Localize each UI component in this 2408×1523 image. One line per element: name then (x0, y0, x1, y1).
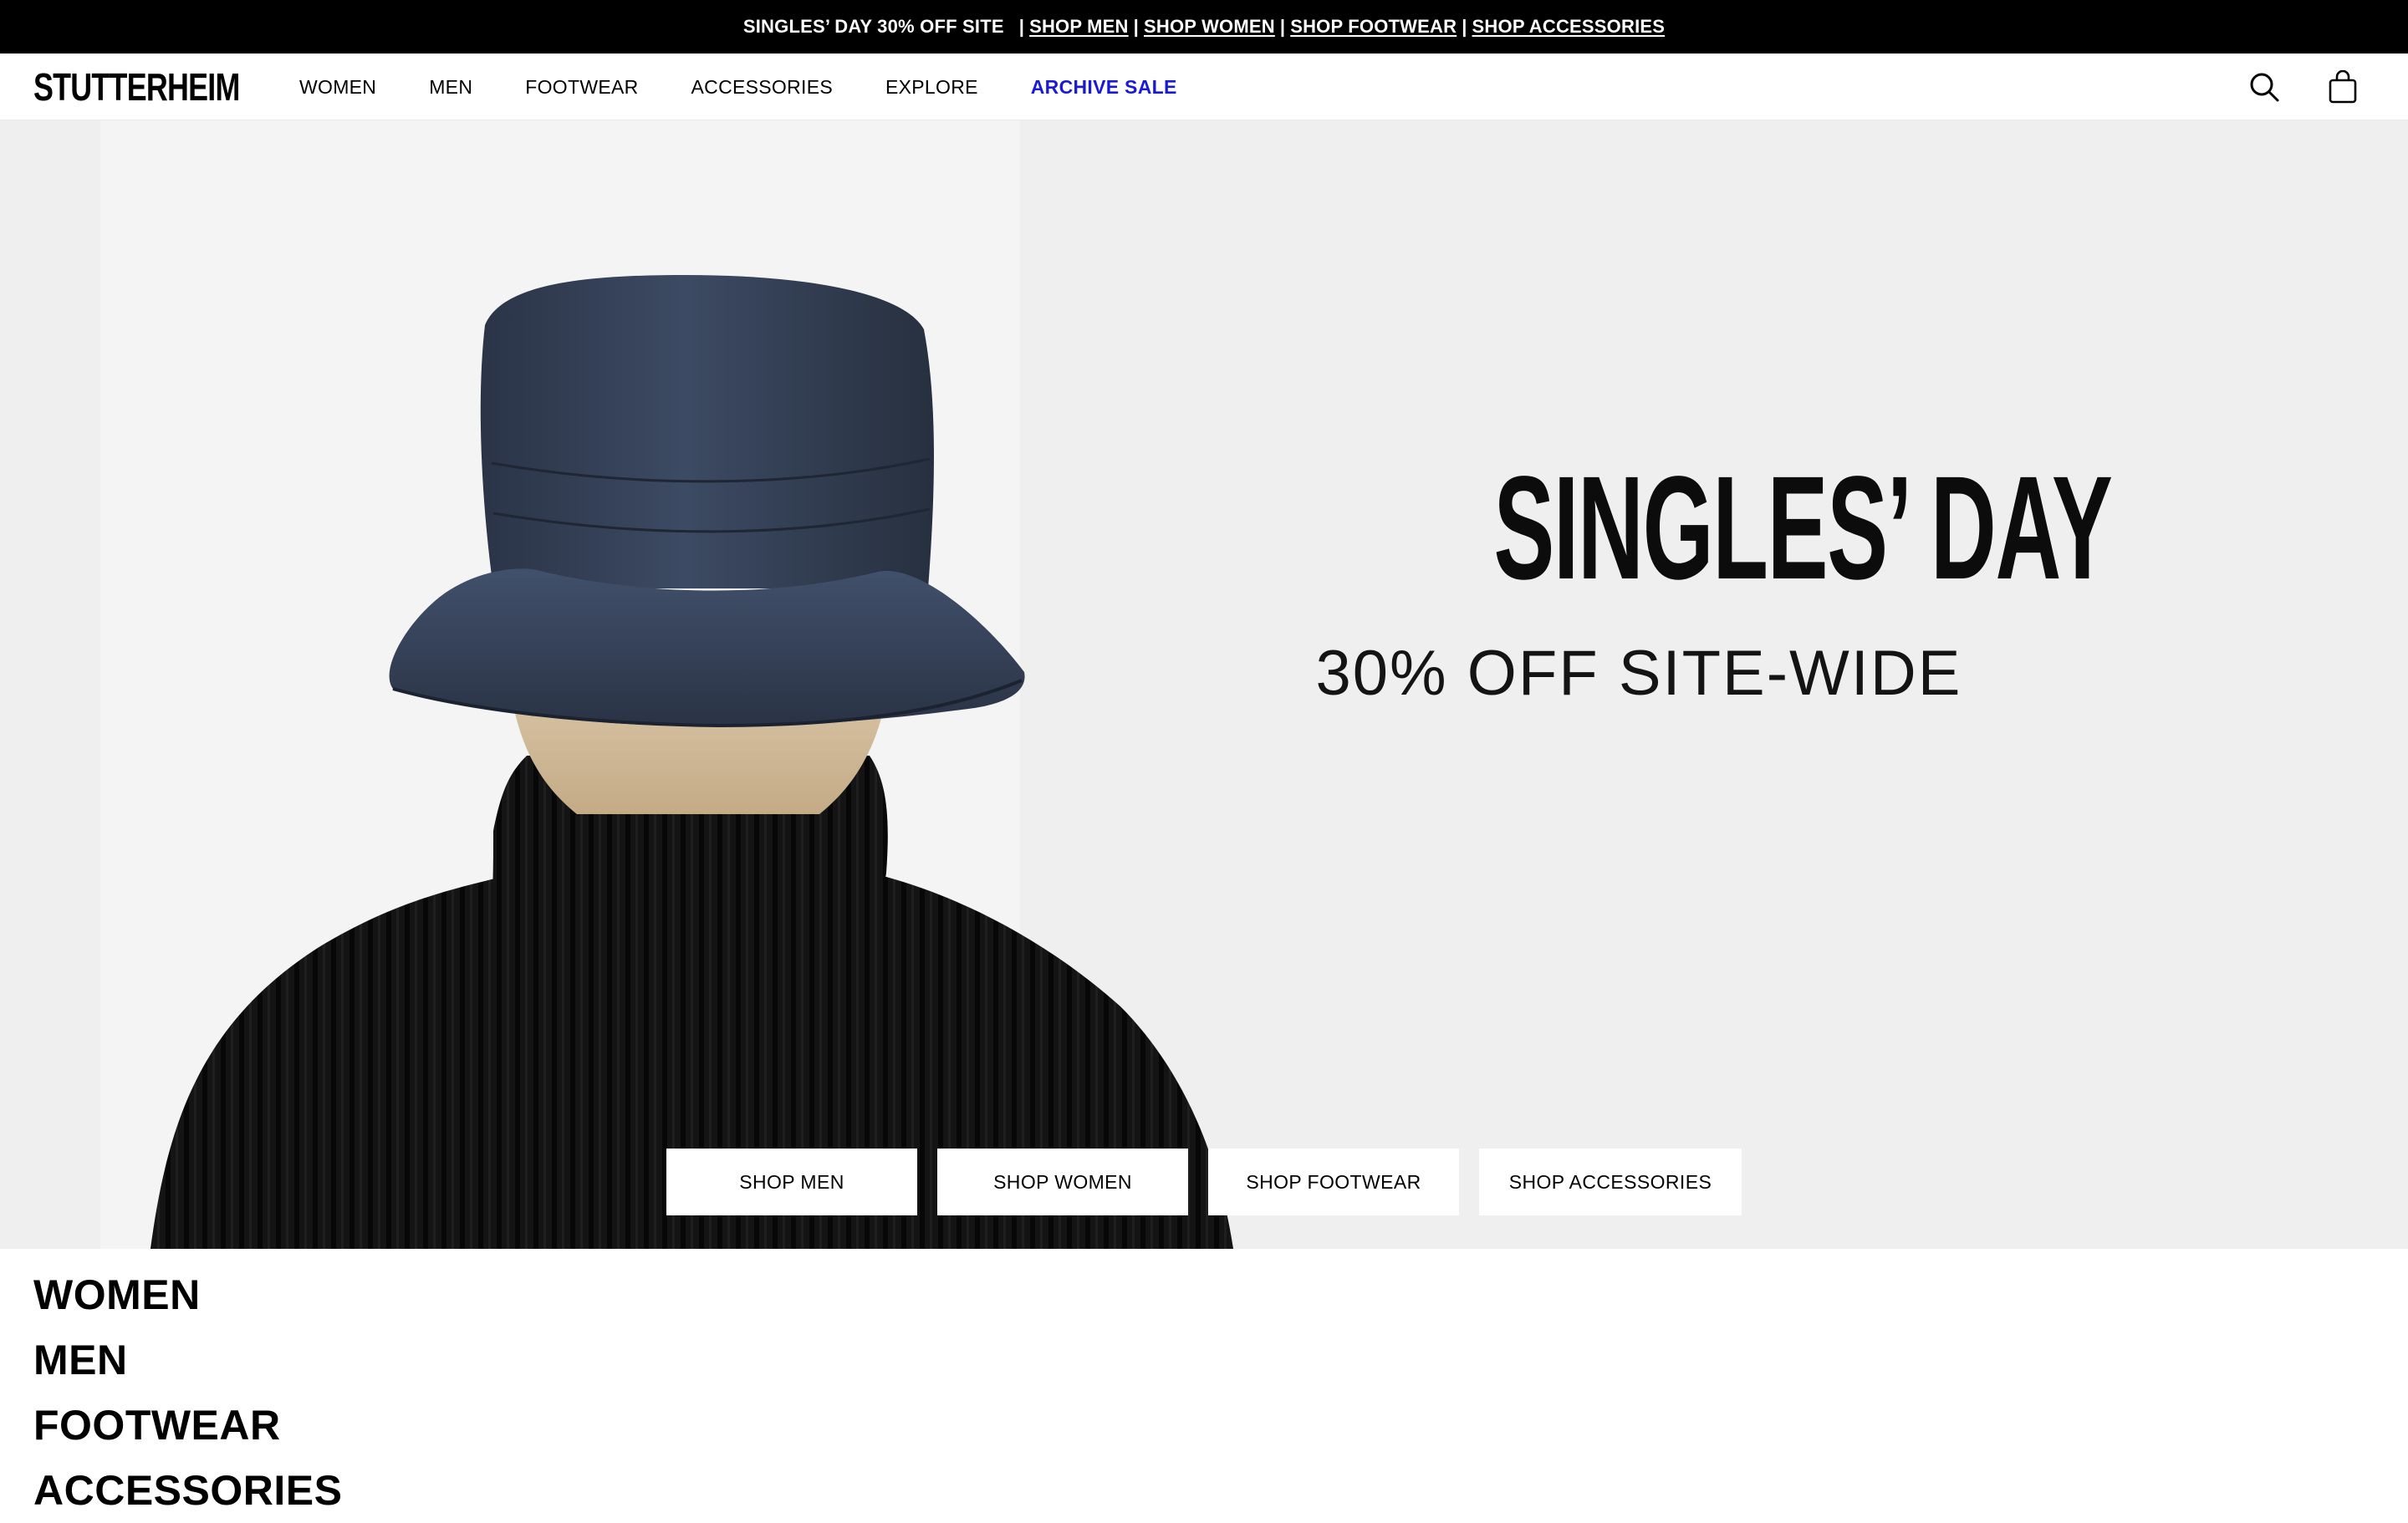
announcement-separator: | (1279, 16, 1286, 37)
search-icon[interactable] (2246, 69, 2283, 105)
nav-item-women[interactable]: WOMEN (299, 76, 376, 99)
site-header: STUTTERHEIM WOMEN MEN FOOTWEAR ACCESSORI… (0, 53, 2408, 120)
category-link-accessories[interactable]: ACCESSORIES (33, 1458, 342, 1523)
nav-item-footwear[interactable]: FOOTWEAR (525, 76, 638, 99)
shop-women-button[interactable]: SHOP WOMEN (937, 1149, 1188, 1215)
shop-footwear-button[interactable]: SHOP FOOTWEAR (1208, 1149, 1459, 1215)
announcement-text: SINGLES’ DAY 30% OFF SITE (742, 16, 1004, 37)
category-link-footwear[interactable]: FOOTWEAR (33, 1393, 342, 1458)
shop-men-button[interactable]: SHOP MEN (666, 1149, 917, 1215)
shop-accessories-button[interactable]: SHOP ACCESSORIES (1479, 1149, 1742, 1215)
announcement-link-shop-men[interactable]: SHOP MEN (1029, 16, 1129, 38)
announcement-link-shop-accessories[interactable]: SHOP ACCESSORIES (1472, 16, 1666, 38)
hero-headline: SINGLES’ DAY 30% OFF SITE-WIDE (1304, 455, 2113, 710)
category-link-men[interactable]: MEN (33, 1327, 342, 1393)
brand-logo[interactable]: STUTTERHEIM (33, 65, 240, 109)
hero-image-model-bucket-hat (100, 120, 1233, 1249)
category-list: WOMEN MEN FOOTWEAR ACCESSORIES (33, 1262, 342, 1523)
hero-title: SINGLES’ DAY (1493, 446, 2113, 610)
nav-item-explore[interactable]: EXPLORE (885, 76, 978, 99)
nav-item-accessories[interactable]: ACCESSORIES (691, 76, 833, 99)
announcement-bar: SINGLES’ DAY 30% OFF SITE | SHOP MEN | S… (0, 0, 2408, 53)
announcement-separator: | (1133, 16, 1140, 37)
nav-item-men[interactable]: MEN (429, 76, 472, 99)
announcement-separator: | (1462, 16, 1467, 37)
nav-item-archive-sale[interactable]: ARCHIVE SALE (1031, 76, 1177, 99)
hero-cta-group: SHOP MEN SHOP WOMEN SHOP FOOTWEAR SHOP A… (666, 1149, 1742, 1215)
category-link-women[interactable]: WOMEN (33, 1262, 342, 1327)
hero-subtitle: 30% OFF SITE-WIDE (1315, 638, 1962, 709)
shopping-bag-icon[interactable] (2324, 69, 2361, 105)
main-nav: WOMEN MEN FOOTWEAR ACCESSORIES EXPLORE A… (299, 53, 1230, 120)
announcement-separator: | (1018, 16, 1025, 37)
announcement-link-shop-footwear[interactable]: SHOP FOOTWEAR (1290, 16, 1457, 38)
hero-banner: SINGLES’ DAY 30% OFF SITE-WIDE SHOP MEN … (0, 120, 2408, 1249)
announcement-link-shop-women[interactable]: SHOP WOMEN (1144, 16, 1275, 38)
